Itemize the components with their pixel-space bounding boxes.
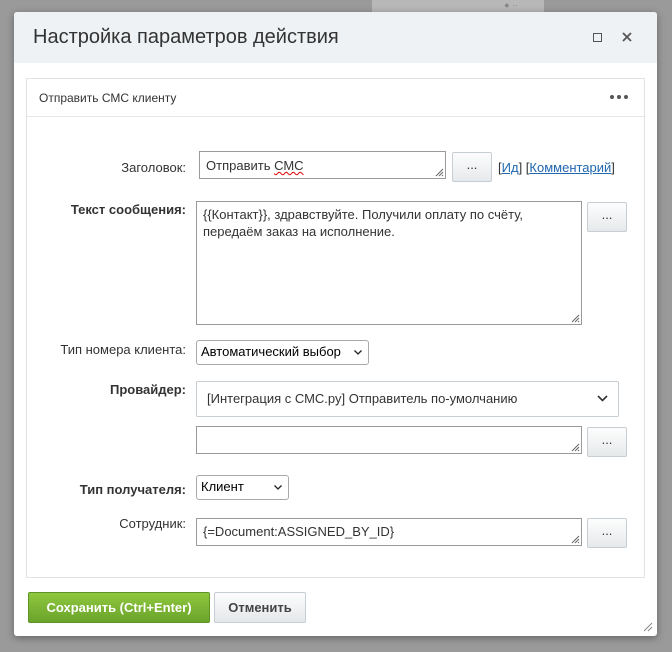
message-textarea[interactable]: {{Контакт}}, здравствуйте. Получили опла… xyxy=(196,201,582,325)
panel-header: Отправить СМС клиенту xyxy=(27,79,644,117)
background-card-icons: ● ·· xyxy=(504,0,518,10)
heading-value-misspelled: СМС xyxy=(274,158,304,173)
maximize-button[interactable] xyxy=(591,29,605,45)
heading-insert-button[interactable]: ... xyxy=(452,152,492,182)
message-text: {{Контакт}}, здравствуйте. Получили опла… xyxy=(203,207,524,239)
close-button[interactable] xyxy=(621,29,635,45)
chevron-down-icon xyxy=(274,485,282,490)
recipient-type-value: Клиент xyxy=(201,479,244,494)
recipient-type-select[interactable]: Клиент xyxy=(196,475,289,500)
employee-label: Сотрудник: xyxy=(119,516,186,531)
number-type-value: Автоматический выбор xyxy=(201,344,341,359)
close-icon xyxy=(622,32,632,42)
comment-link[interactable]: Комментарий xyxy=(529,160,611,175)
resize-grip-icon xyxy=(571,535,580,544)
provider-select[interactable]: [Интеграция с СМС.ру] Отправитель по-умо… xyxy=(196,381,619,417)
heading-field[interactable]: Отправить СМС xyxy=(199,151,446,179)
employee-insert-button[interactable]: ... xyxy=(587,518,627,548)
resize-grip-icon xyxy=(571,443,580,452)
number-type-label: Тип номера клиента: xyxy=(60,342,186,357)
message-label: Текст сообщения: xyxy=(70,202,186,217)
more-button[interactable] xyxy=(610,91,630,103)
background-card: ● ·· xyxy=(372,0,544,12)
dialog-resize-grip-icon[interactable] xyxy=(641,620,653,632)
employee-value: {=Document:ASSIGNED_BY_ID} xyxy=(203,524,395,539)
action-settings-dialog: Настройка параметров действия Отправить … xyxy=(14,12,657,636)
dialog-header: Настройка параметров действия xyxy=(14,12,657,63)
panel-title: Отправить СМС клиенту xyxy=(39,91,177,105)
heading-links: [Ид] [Комментарий] xyxy=(498,160,615,175)
resize-grip-icon xyxy=(571,314,580,323)
resize-grip-icon xyxy=(435,168,444,177)
chevron-down-icon xyxy=(597,395,608,402)
id-link[interactable]: Ид xyxy=(502,160,519,175)
number-type-select[interactable]: Автоматический выбор xyxy=(196,340,369,365)
provider-label: Провайдер: xyxy=(109,382,186,397)
heading-value-prefix: Отправить xyxy=(206,158,275,173)
message-insert-button[interactable]: ... xyxy=(587,202,627,232)
recipient-type-label: Тип получателя: xyxy=(79,482,186,497)
cancel-button[interactable]: Отменить xyxy=(214,592,306,623)
provider-value: [Интеграция с СМС.ру] Отправитель по-умо… xyxy=(207,391,518,406)
heading-label: Заголовок: xyxy=(121,160,186,175)
chevron-down-icon xyxy=(354,350,362,355)
employee-field[interactable]: {=Document:ASSIGNED_BY_ID} xyxy=(196,518,582,546)
provider-insert-button[interactable]: ... xyxy=(587,427,627,457)
maximize-icon xyxy=(593,33,602,42)
provider-extra-field[interactable] xyxy=(196,426,582,454)
save-button[interactable]: Сохранить (Ctrl+Enter) xyxy=(28,592,210,623)
dialog-title: Настройка параметров действия xyxy=(33,26,339,48)
